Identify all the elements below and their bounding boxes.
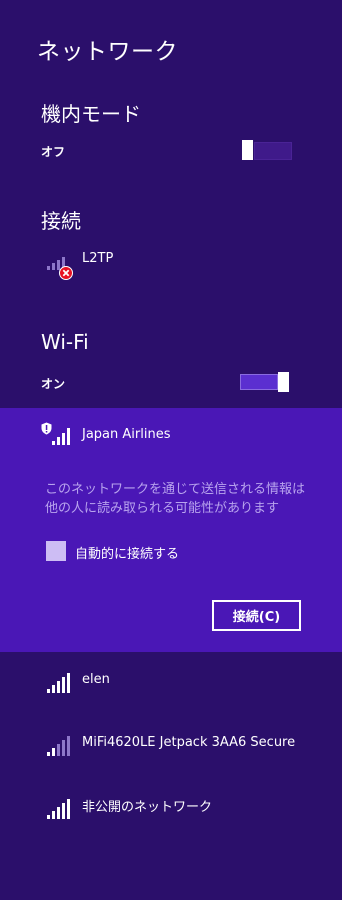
wifi-header: Wi-Fi — [41, 330, 89, 354]
network-name: elen — [82, 672, 110, 687]
airplane-mode-state: オフ — [41, 145, 66, 159]
error-badge-icon — [59, 266, 73, 280]
signal-full-icon — [47, 673, 71, 693]
network-item-mifi[interactable]: MiFi4620LE Jetpack 3AA6 Secure — [0, 725, 342, 769]
toggle-thumb — [278, 372, 289, 392]
signal-error-icon — [47, 250, 73, 280]
toggle-thumb — [242, 140, 253, 160]
signal-warning-icon — [41, 422, 71, 445]
network-item-hidden[interactable]: 非公開のネットワーク — [0, 788, 342, 832]
shield-warning-icon — [41, 422, 52, 435]
airplane-mode-toggle[interactable] — [240, 140, 292, 160]
airplane-mode-header: 機内モード — [41, 102, 141, 126]
connection-item-l2tp[interactable]: L2TP — [0, 240, 342, 284]
toggle-track — [254, 142, 292, 160]
network-name: 非公開のネットワーク — [82, 800, 213, 815]
wifi-toggle[interactable] — [240, 372, 290, 392]
network-name: MiFi4620LE Jetpack 3AA6 Secure — [82, 735, 296, 750]
wifi-state: オン — [41, 377, 66, 391]
connection-name: L2TP — [82, 251, 114, 266]
auto-connect-label: 自動的に接続する — [75, 547, 180, 562]
network-item-elen[interactable]: elen — [0, 662, 342, 706]
toggle-track — [240, 374, 278, 390]
signal-partial-icon — [47, 736, 71, 756]
security-warning-text: このネットワークを通じて送信される情報は他の人に読み取られる可能性があります — [45, 482, 306, 516]
network-item-selected[interactable]: Japan Airlines このネットワークを通じて送信される情報は他の人に読… — [0, 408, 342, 652]
signal-full-icon — [47, 799, 71, 819]
connections-header: 接続 — [41, 209, 81, 233]
connect-button[interactable]: 接続(C) — [212, 600, 301, 631]
panel-title: ネットワーク — [37, 39, 178, 65]
auto-connect-checkbox[interactable] — [46, 541, 66, 561]
network-name: Japan Airlines — [82, 427, 171, 442]
